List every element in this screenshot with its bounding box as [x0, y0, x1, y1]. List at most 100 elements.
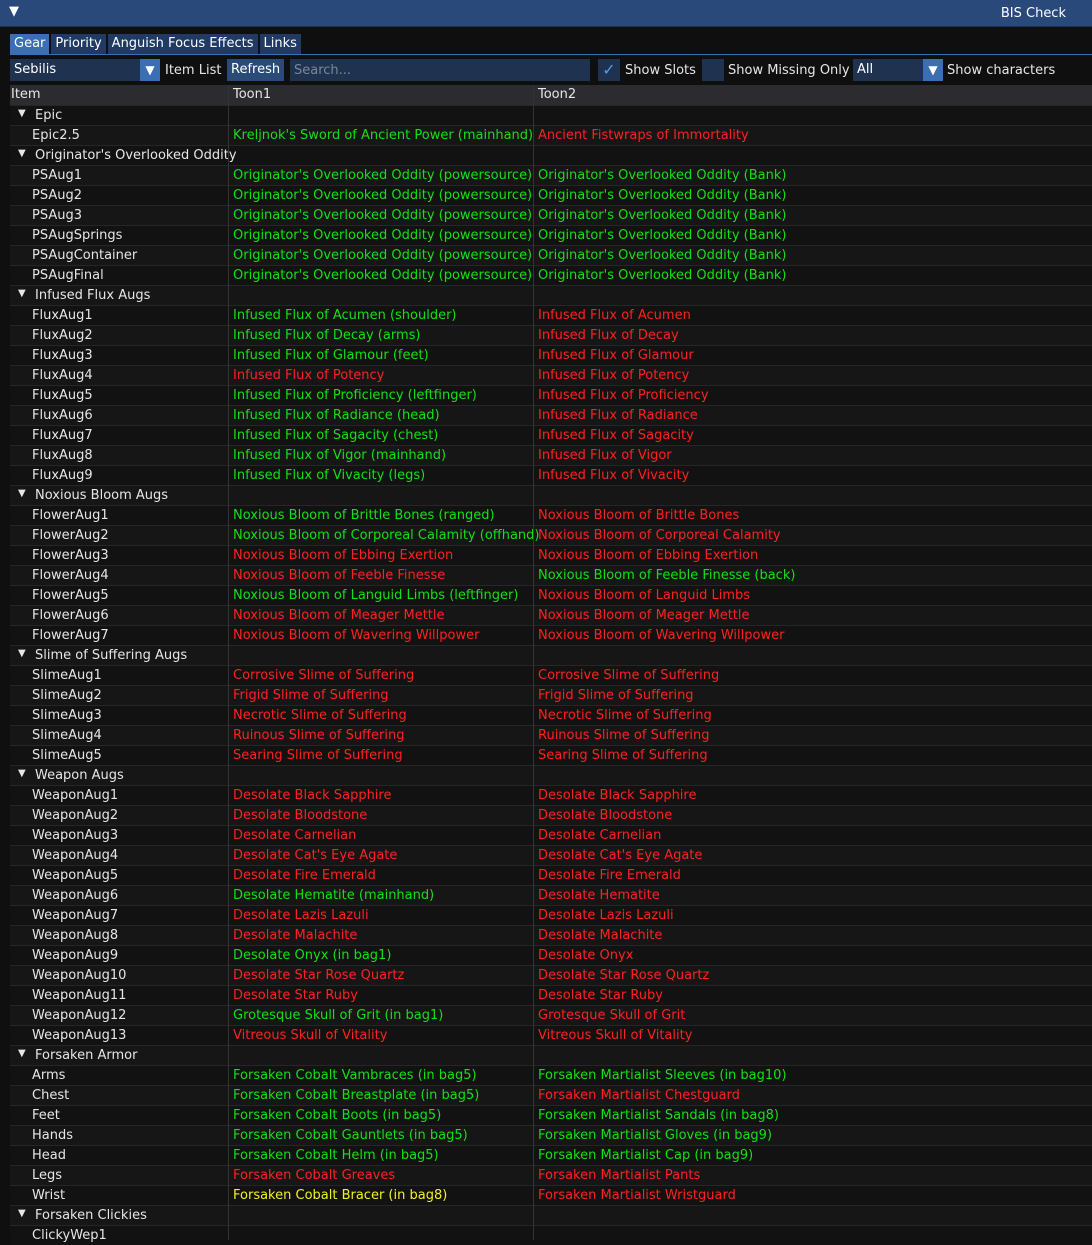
- table-row[interactable]: FlowerAug7 Noxious Bloom of Wavering Will…: [10, 625, 1092, 645]
- toon1-item-cell[interactable]: Noxious Bloom of Brittle Bones (ranged): [233, 508, 495, 523]
- toon2-item-cell[interactable]: Forsaken Martialist Chestguard: [538, 1088, 740, 1103]
- toon2-item-cell[interactable]: Forsaken Martialist Wristguard: [538, 1188, 736, 1203]
- table-row[interactable]: PSAug3 Originator's Overlooked Oddity (po…: [10, 205, 1092, 225]
- toon1-item-cell[interactable]: Kreljnok's Sword of Ancient Power (mainh…: [233, 128, 533, 143]
- refresh-button[interactable]: Refresh: [227, 59, 285, 81]
- toon2-item-cell[interactable]: Noxious Bloom of Languid Limbs: [538, 588, 750, 603]
- toon2-item-cell[interactable]: Noxious Bloom of Feeble Finesse (back): [538, 568, 795, 583]
- toon2-item-cell[interactable]: Corrosive Slime of Suffering: [538, 668, 719, 683]
- expand-triangle-icon[interactable]: ▼: [18, 488, 26, 499]
- toon1-item-cell[interactable]: Desolate Hematite (mainhand): [233, 888, 434, 903]
- tab-anguish-focus-effects[interactable]: Anguish Focus Effects: [107, 34, 258, 54]
- table-row[interactable]: Wrist Forsaken Cobalt Bracer (in bag8) For…: [10, 1185, 1092, 1205]
- toon1-item-cell[interactable]: Desolate Malachite: [233, 928, 357, 943]
- table-row[interactable]: FlowerAug1 Noxious Bloom of Brittle Bones…: [10, 505, 1092, 525]
- table-row[interactable]: FluxAug7 Infused Flux of Sagacity (chest)…: [10, 425, 1092, 445]
- toon1-item-cell[interactable]: Originator's Overlooked Oddity (powersou…: [233, 208, 532, 223]
- table-row[interactable]: WeaponAug4 Desolate Cat's Eye Agate Desola…: [10, 845, 1092, 865]
- table-row[interactable]: FlowerAug2 Noxious Bloom of Corporeal Cal…: [10, 525, 1092, 545]
- table-row[interactable]: FluxAug4 Infused Flux of Potency Infused F…: [10, 365, 1092, 385]
- toon1-item-cell[interactable]: Desolate Black Sapphire: [233, 788, 391, 803]
- group-row[interactable]: ▼ Forsaken Clickies: [10, 1205, 1092, 1225]
- toon1-item-cell[interactable]: Forsaken Cobalt Bracer (in bag8): [233, 1188, 447, 1203]
- table-row[interactable]: FluxAug3 Infused Flux of Glamour (feet) In…: [10, 345, 1092, 365]
- group-row[interactable]: ▼ Slime of Suffering Augs: [10, 645, 1092, 665]
- toon1-item-cell[interactable]: Desolate Onyx (in bag1): [233, 948, 391, 963]
- toon1-item-cell[interactable]: Infused Flux of Glamour (feet): [233, 348, 429, 363]
- toon1-item-cell[interactable]: Noxious Bloom of Corporeal Calamity (off…: [233, 528, 540, 543]
- table-row[interactable]: WeaponAug2 Desolate Bloodstone Desolate Bl…: [10, 805, 1092, 825]
- table-row[interactable]: FluxAug9 Infused Flux of Vivacity (legs) I…: [10, 465, 1092, 485]
- expand-triangle-icon[interactable]: ▼: [18, 768, 26, 779]
- toon1-item-cell[interactable]: Vitreous Skull of Vitality: [233, 1028, 387, 1043]
- table-row[interactable]: Chest Forsaken Cobalt Breastplate (in bag…: [10, 1085, 1092, 1105]
- table-row[interactable]: Legs Forsaken Cobalt Greaves Forsaken Mart…: [10, 1165, 1092, 1185]
- toon1-item-cell[interactable]: Infused Flux of Potency: [233, 368, 384, 383]
- toon1-item-cell[interactable]: Grotesque Skull of Grit (in bag1): [233, 1008, 443, 1023]
- table-row[interactable]: WeaponAug7 Desolate Lazis Lazuli Desolate …: [10, 905, 1092, 925]
- toon2-item-cell[interactable]: Noxious Bloom of Meager Mettle: [538, 608, 750, 623]
- toon1-item-cell[interactable]: Desolate Bloodstone: [233, 808, 367, 823]
- toon2-item-cell[interactable]: Originator's Overlooked Oddity (Bank): [538, 168, 786, 183]
- table-row[interactable]: WeaponAug6 Desolate Hematite (mainhand) De…: [10, 885, 1092, 905]
- table-row[interactable]: FluxAug6 Infused Flux of Radiance (head) I…: [10, 405, 1092, 425]
- table-row[interactable]: PSAug2 Originator's Overlooked Oddity (po…: [10, 185, 1092, 205]
- toon1-item-cell[interactable]: Originator's Overlooked Oddity (powersou…: [233, 188, 532, 203]
- collapse-triangle-icon[interactable]: ▼: [9, 4, 19, 19]
- column-header-toon2[interactable]: Toon2: [538, 87, 576, 102]
- toon2-item-cell[interactable]: Infused Flux of Potency: [538, 368, 689, 383]
- toon2-item-cell[interactable]: Infused Flux of Proficiency: [538, 388, 709, 403]
- toon1-item-cell[interactable]: Originator's Overlooked Oddity (powersou…: [233, 228, 532, 243]
- group-row[interactable]: ▼ Weapon Augs: [10, 765, 1092, 785]
- table-row[interactable]: FlowerAug3 Noxious Bloom of Ebbing Exerti…: [10, 545, 1092, 565]
- group-row[interactable]: ▼ Infused Flux Augs: [10, 285, 1092, 305]
- tab-gear[interactable]: Gear: [10, 34, 50, 54]
- toon1-item-cell[interactable]: Infused Flux of Decay (arms): [233, 328, 420, 343]
- column-header-item[interactable]: Item: [11, 87, 41, 102]
- table-row[interactable]: SlimeAug2 Frigid Slime of Suffering Frigid…: [10, 685, 1092, 705]
- table-row[interactable]: FluxAug5 Infused Flux of Proficiency (lef…: [10, 385, 1092, 405]
- toon1-item-cell[interactable]: Desolate Fire Emerald: [233, 868, 376, 883]
- toon1-item-cell[interactable]: Originator's Overlooked Oddity (powersou…: [233, 268, 532, 283]
- table-row[interactable]: WeaponAug13 Vitreous Skull of Vitality Vit…: [10, 1025, 1092, 1045]
- toon2-item-cell[interactable]: Forsaken Martialist Sleeves (in bag10): [538, 1068, 787, 1083]
- toon1-item-cell[interactable]: Noxious Bloom of Feeble Finesse: [233, 568, 445, 583]
- search-input[interactable]: [290, 59, 590, 81]
- toon2-item-cell[interactable]: Desolate Star Ruby: [538, 988, 663, 1003]
- table-row[interactable]: PSAugContainer Originator's Overlooked Od…: [10, 245, 1092, 265]
- toon1-item-cell[interactable]: Desolate Cat's Eye Agate: [233, 848, 397, 863]
- group-row[interactable]: ▼ Originator's Overlooked Oddity: [10, 145, 1092, 165]
- table-row[interactable]: WeaponAug3 Desolate Carnelian Desolate Car…: [10, 825, 1092, 845]
- toon1-item-cell[interactable]: Forsaken Cobalt Breastplate (in bag5): [233, 1088, 479, 1103]
- toon1-item-cell[interactable]: Forsaken Cobalt Boots (in bag5): [233, 1108, 441, 1123]
- toon1-item-cell[interactable]: Desolate Star Rose Quartz: [233, 968, 404, 983]
- table-row[interactable]: WeaponAug12 Grotesque Skull of Grit (in b…: [10, 1005, 1092, 1025]
- show-slots-checkbox[interactable]: ✓: [598, 59, 620, 81]
- toon2-item-cell[interactable]: Originator's Overlooked Oddity (Bank): [538, 248, 786, 263]
- toon1-item-cell[interactable]: Infused Flux of Sagacity (chest): [233, 428, 438, 443]
- toon1-item-cell[interactable]: Forsaken Cobalt Vambraces (in bag5): [233, 1068, 477, 1083]
- table-row[interactable]: FlowerAug5 Noxious Bloom of Languid Limbs…: [10, 585, 1092, 605]
- toon1-item-cell[interactable]: Corrosive Slime of Suffering: [233, 668, 414, 683]
- table-row[interactable]: Epic2.5 Kreljnok's Sword of Ancient Power…: [10, 125, 1092, 145]
- toon2-item-cell[interactable]: Ancient Fistwraps of Immortality: [538, 128, 749, 143]
- toon2-item-cell[interactable]: Vitreous Skull of Vitality: [538, 1028, 692, 1043]
- group-row[interactable]: ▼ Noxious Bloom Augs: [10, 485, 1092, 505]
- expand-triangle-icon[interactable]: ▼: [18, 108, 26, 119]
- toon1-item-cell[interactable]: Noxious Bloom of Ebbing Exertion: [233, 548, 453, 563]
- tab-priority[interactable]: Priority: [51, 34, 106, 54]
- toon2-item-cell[interactable]: Infused Flux of Radiance: [538, 408, 698, 423]
- toon1-item-cell[interactable]: Ruinous Slime of Suffering: [233, 728, 404, 743]
- toon2-item-cell[interactable]: Necrotic Slime of Suffering: [538, 708, 712, 723]
- toon1-item-cell[interactable]: Originator's Overlooked Oddity (powersou…: [233, 168, 532, 183]
- toon2-item-cell[interactable]: Originator's Overlooked Oddity (Bank): [538, 188, 786, 203]
- toon2-item-cell[interactable]: Infused Flux of Glamour: [538, 348, 694, 363]
- toon2-item-cell[interactable]: Desolate Black Sapphire: [538, 788, 696, 803]
- toon2-item-cell[interactable]: Originator's Overlooked Oddity (Bank): [538, 208, 786, 223]
- expand-triangle-icon[interactable]: ▼: [18, 148, 26, 159]
- toon2-item-cell[interactable]: Noxious Bloom of Brittle Bones: [538, 508, 739, 523]
- chevron-down-icon[interactable]: ▼: [140, 59, 160, 81]
- toon2-item-cell[interactable]: Grotesque Skull of Grit: [538, 1008, 685, 1023]
- toon2-item-cell[interactable]: Desolate Star Rose Quartz: [538, 968, 709, 983]
- toon2-item-cell[interactable]: Forsaken Martialist Cap (in bag9): [538, 1148, 753, 1163]
